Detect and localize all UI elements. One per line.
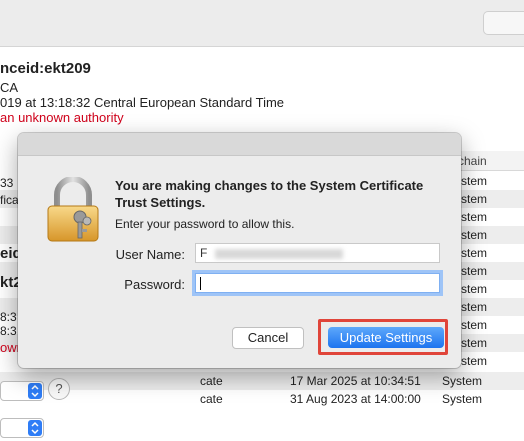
row-keychain: stem [461,246,488,260]
left-text-1: 33 [0,176,14,190]
row-keychain: stem [461,174,488,188]
row-keychain: stem [461,354,488,368]
row-keychain: stem [461,336,488,350]
chevron-updown-icon [28,420,42,436]
row-keychain: stem [461,210,488,224]
row-name: cate [200,392,223,406]
row-keychain: stem [461,264,488,278]
username-field[interactable]: F [195,243,440,263]
search-field[interactable] [483,11,524,35]
lock-icon [44,176,102,243]
dialog-titlebar [18,133,461,156]
dialog-subtitle: Enter your password to allow this. [115,217,295,231]
row-name: cate [200,374,223,388]
left-text-5: 8:3 [0,310,17,324]
username-value: F [200,246,208,260]
auth-dialog: You are making changes to the System Cer… [18,133,461,368]
password-field[interactable] [195,273,440,293]
cancel-button[interactable]: Cancel [232,327,304,349]
password-label: Password: [124,277,185,292]
update-settings-button[interactable]: Update Settings [328,327,444,348]
window-toolbar [0,0,524,47]
expiry-text: 019 at 13:18:32 Central European Standar… [0,95,285,110]
username-label: User Name: [115,247,185,262]
trust-popup-2[interactable] [0,418,44,438]
row-date: 31 Aug 2023 at 14:00:00 [290,392,421,406]
row-keychain: stem [461,282,488,296]
row-keychain: System [442,374,483,388]
issuer-text: CA [0,80,19,95]
row-keychain: stem [461,300,488,314]
help-button[interactable]: ? [48,378,70,400]
trust-popup-1[interactable] [0,381,44,401]
row-keychain: System [442,392,483,406]
row-keychain: stem [461,318,488,332]
dialog-heading: You are making changes to the System Cer… [115,178,424,210]
left-text-6: 8:3 [0,324,17,338]
text-cursor [200,277,201,291]
trust-error-text: an unknown authority [0,110,124,125]
table-row[interactable]: cate 17 Mar 2025 at 10:34:51 System [0,372,524,390]
chevron-updown-icon [28,383,42,399]
redacted-username [214,248,343,259]
row-keychain: stem [461,228,488,242]
certificate-name: nceid:ekt209 [0,60,91,77]
row-date: 17 Mar 2025 at 10:34:51 [290,374,421,388]
row-keychain: stem [461,192,488,206]
table-row[interactable]: cate 31 Aug 2023 at 14:00:00 System [0,390,524,408]
